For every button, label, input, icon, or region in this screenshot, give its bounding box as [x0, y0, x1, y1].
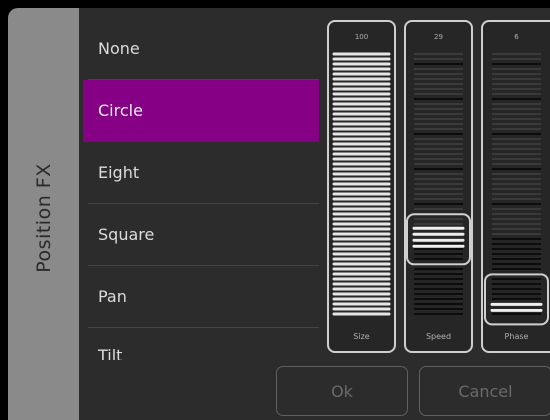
- speed-fader-graphic: [406, 53, 471, 315]
- phase-fader-label: Phase: [504, 332, 529, 341]
- size-fader-label: Size: [353, 332, 370, 341]
- effect-list[interactable]: None Circle Eight Square Pan Tilt: [83, 18, 319, 360]
- side-tab: Position FX: [8, 8, 79, 420]
- effect-item-eight[interactable]: Eight: [83, 142, 319, 204]
- effect-item-tilt[interactable]: Tilt: [83, 328, 319, 360]
- size-fader-value: 100: [354, 33, 369, 41]
- effect-item-circle[interactable]: Circle: [83, 80, 319, 142]
- cancel-button[interactable]: Cancel: [419, 366, 550, 416]
- panel-title: Position FX: [33, 163, 55, 273]
- position-fx-dialog: Position FX None Circle Eight Square Pan…: [0, 0, 550, 420]
- speed-fader-label: Speed: [425, 332, 452, 341]
- effect-item-square[interactable]: Square: [83, 204, 319, 266]
- phase-fader-value: 6: [514, 33, 519, 41]
- speed-fader[interactable]: 29 Speed: [404, 20, 473, 353]
- phase-fader[interactable]: 6 Phase: [481, 20, 550, 353]
- phase-fader-graphic: [484, 53, 549, 326]
- effect-item-none[interactable]: None: [83, 18, 319, 80]
- size-fader-graphic: [332, 52, 391, 316]
- dialog-frame: Position FX None Circle Eight Square Pan…: [8, 8, 550, 420]
- speed-fader-value: 29: [434, 33, 443, 41]
- size-fader[interactable]: 100 Size: [327, 20, 396, 353]
- effect-item-pan[interactable]: Pan: [83, 266, 319, 328]
- ok-button[interactable]: Ok: [276, 366, 408, 416]
